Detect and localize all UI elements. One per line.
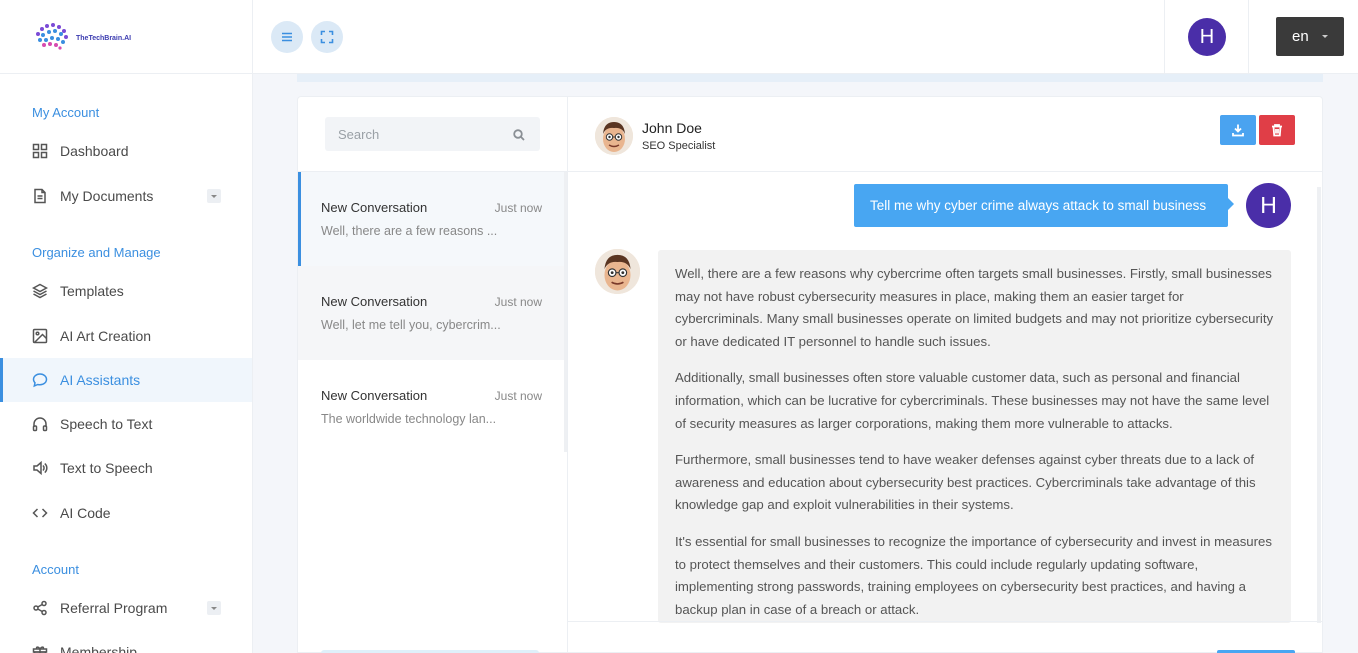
share-icon xyxy=(32,600,48,616)
header-divider xyxy=(1164,0,1165,74)
sidebar-item-label: Speech to Text xyxy=(60,416,153,432)
download-icon xyxy=(1232,124,1244,137)
speaker-icon xyxy=(32,460,48,476)
conversation-list-panel: New Conversation Just now Well, there ar… xyxy=(297,96,568,653)
delete-button[interactable] xyxy=(1259,115,1295,145)
agent-face-icon xyxy=(595,117,633,155)
sidebar-item-label: Referral Program xyxy=(60,600,168,616)
conversation-preview: Well, let me tell you, cybercrim... xyxy=(321,318,501,332)
sidebar-item-label: AI Art Creation xyxy=(60,328,152,344)
grid-icon xyxy=(32,143,48,159)
chat-panel: John Doe SEO Specialist Tell me why cybe… xyxy=(567,96,1323,653)
logo[interactable]: TheTechBrain.AI xyxy=(0,0,252,74)
sidebar-item-referral[interactable]: Referral Program xyxy=(0,586,252,630)
sidebar-item-dashboard[interactable]: Dashboard xyxy=(0,129,252,173)
agent-role: SEO Specialist xyxy=(642,140,716,152)
bot-message-avatar xyxy=(595,249,640,294)
conversation-preview: The worldwide technology lan... xyxy=(321,412,497,426)
logo-text: TheTechBrain.AI xyxy=(76,35,132,42)
sidebar-item-label: My Documents xyxy=(60,188,154,204)
conversation-item[interactable]: New Conversation Just now The worldwide … xyxy=(298,360,564,454)
bot-message-paragraph: It's essential for small businesses to r… xyxy=(675,533,1272,617)
search-input[interactable] xyxy=(325,117,540,151)
sidebar-item-ai-code[interactable]: AI Code xyxy=(0,491,252,535)
sidebar-item-label: AI Code xyxy=(60,505,111,521)
section-organize: Organize and Manage xyxy=(32,245,161,260)
code-icon xyxy=(32,505,48,521)
sidebar-item-label: Dashboard xyxy=(60,143,129,159)
sidebar: TheTechBrain.AI My Account Dashboard My … xyxy=(0,0,253,653)
section-my-account: My Account xyxy=(32,105,100,120)
sidebar-item-label: Text to Speech xyxy=(60,460,153,476)
conversation-title: New Conversation xyxy=(321,200,428,215)
sidebar-item-ai-assistants[interactable]: AI Assistants xyxy=(0,358,252,402)
download-button[interactable] xyxy=(1220,115,1256,145)
conversation-item[interactable]: New Conversation Just now Well, let me t… xyxy=(298,266,564,360)
search-box xyxy=(325,117,540,151)
chat-icon xyxy=(32,372,48,388)
language-select[interactable]: en xyxy=(1276,17,1344,56)
agent-avatar xyxy=(595,117,633,155)
trash-icon xyxy=(1272,124,1282,137)
bot-message-paragraph: Additionally, small businesses often sto… xyxy=(675,370,1270,431)
conversation-title: New Conversation xyxy=(321,388,428,403)
user-message-avatar: H xyxy=(1246,183,1291,228)
fullscreen-icon xyxy=(320,30,334,44)
conversation-item[interactable]: New Conversation Just now Well, there ar… xyxy=(298,172,564,266)
sidebar-item-label: Membership xyxy=(60,644,138,653)
bot-message: Well, there are a few reasons why cyberc… xyxy=(658,250,1291,623)
conversation-time: Just now xyxy=(494,389,542,403)
menu-toggle-button[interactable] xyxy=(271,21,303,53)
chevron-down-icon[interactable] xyxy=(207,601,221,615)
chat-footer-divider xyxy=(568,621,1322,622)
layers-icon xyxy=(32,283,48,299)
image-icon xyxy=(32,328,48,344)
conversation-preview: Well, there are a few reasons ... xyxy=(321,224,498,238)
sidebar-item-my-documents[interactable]: My Documents xyxy=(0,174,252,218)
sidebar-item-label: AI Assistants xyxy=(60,372,141,388)
sidebar-item-speech-to-text[interactable]: Speech to Text xyxy=(0,402,252,446)
user-message: Tell me why cyber crime always attack to… xyxy=(854,184,1234,227)
section-account: Account xyxy=(32,562,79,577)
fullscreen-button[interactable] xyxy=(311,21,343,53)
bot-message-paragraph: Furthermore, small businesses tend to ha… xyxy=(675,452,1256,513)
sidebar-item-label: Templates xyxy=(60,283,124,299)
search-icon[interactable] xyxy=(513,128,525,141)
bot-message-paragraph: Well, there are a few reasons why cyberc… xyxy=(675,266,1274,349)
user-avatar[interactable]: H xyxy=(1188,18,1226,56)
brain-logo-icon xyxy=(32,20,74,54)
chevron-down-icon[interactable] xyxy=(207,189,221,203)
sidebar-item-ai-art[interactable]: AI Art Creation xyxy=(0,314,252,358)
top-header: H en xyxy=(253,0,1358,74)
chat-header: John Doe SEO Specialist xyxy=(568,97,1322,172)
conversation-time: Just now xyxy=(494,295,542,309)
gift-icon xyxy=(32,644,48,653)
menu-icon xyxy=(282,32,292,42)
conversation-time: Just now xyxy=(494,201,542,215)
headphones-icon xyxy=(32,416,48,432)
sidebar-item-text-to-speech[interactable]: Text to Speech xyxy=(0,446,252,490)
agent-face-icon xyxy=(595,249,640,294)
agent-name: John Doe xyxy=(642,120,702,136)
chat-scrollbar[interactable] xyxy=(1317,187,1321,623)
document-icon xyxy=(32,188,48,204)
sidebar-item-templates[interactable]: Templates xyxy=(0,269,252,313)
conversation-title: New Conversation xyxy=(321,294,428,309)
header-divider xyxy=(1248,0,1249,74)
sidebar-item-membership[interactable]: Membership xyxy=(0,630,252,653)
content-top-strip xyxy=(297,74,1323,82)
